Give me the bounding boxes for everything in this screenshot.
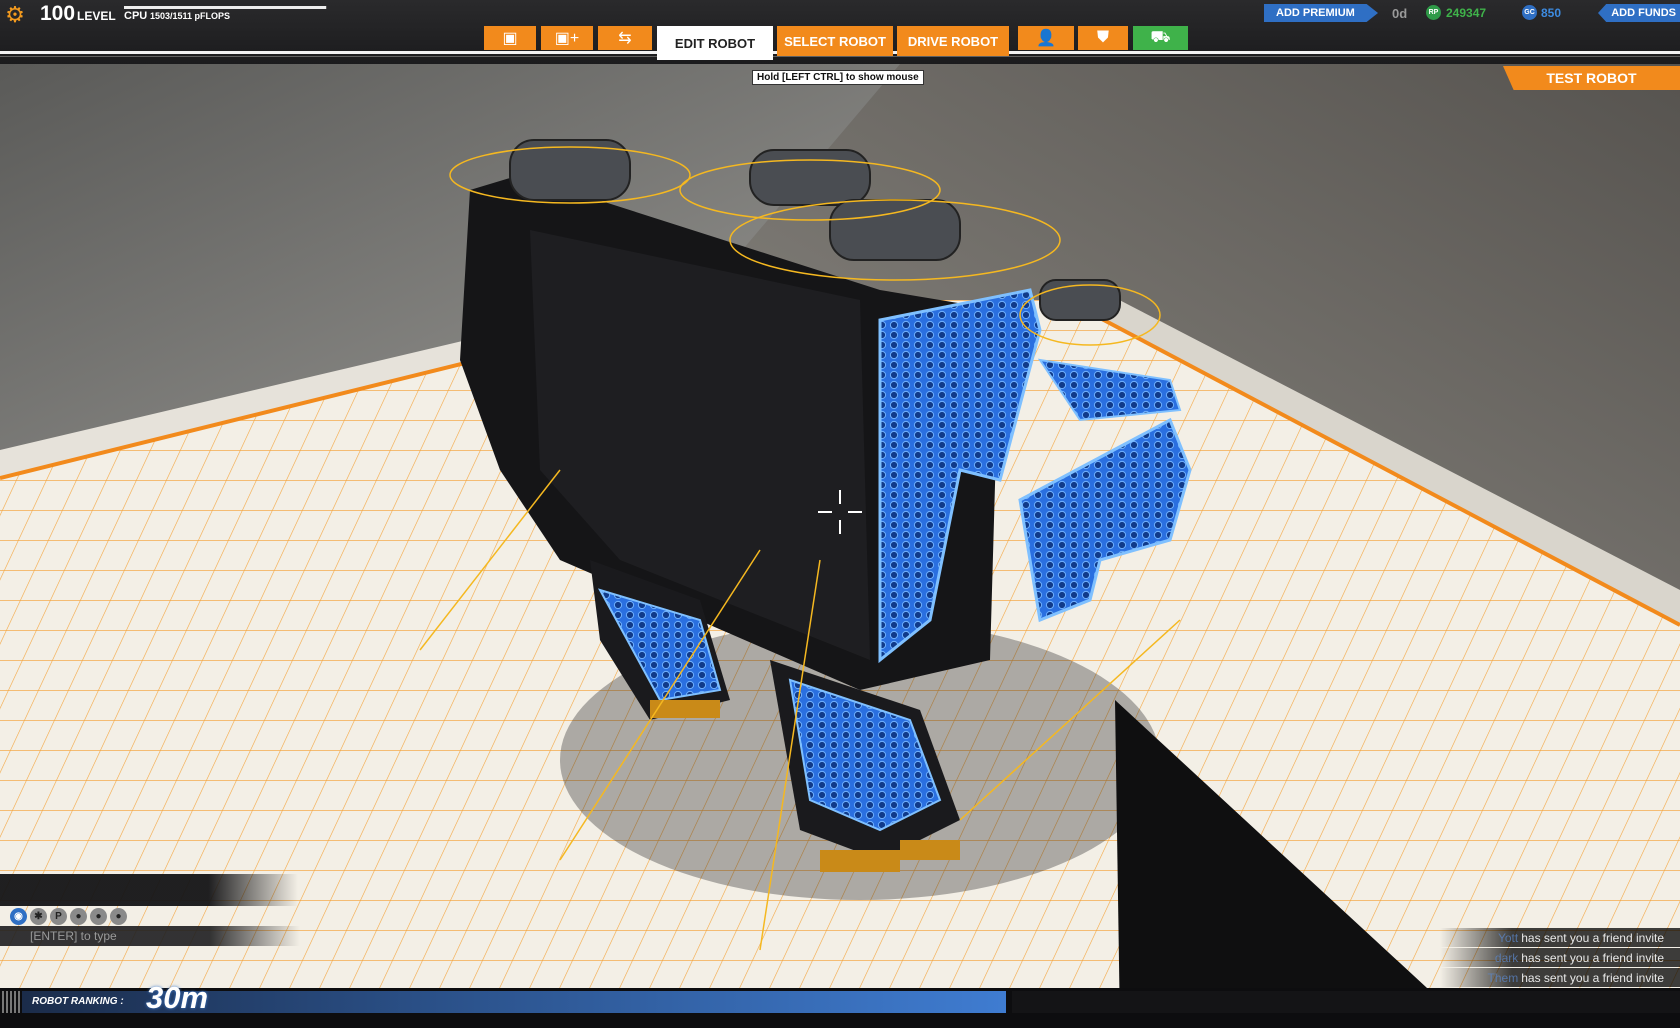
party-icon[interactable]: P bbox=[50, 908, 67, 925]
chat-channel-bar: ◉ ✱ P ● ● ● bbox=[10, 908, 127, 925]
clan-icon[interactable]: ✱ bbox=[30, 908, 47, 925]
shield-icon[interactable]: ⛊ bbox=[1078, 26, 1128, 50]
add-cube-icon[interactable]: ▣+ bbox=[541, 26, 593, 50]
robot-ranking-track bbox=[1012, 991, 1680, 1013]
friend-icon[interactable]: ● bbox=[90, 908, 107, 925]
notification-sender: Them bbox=[1487, 970, 1519, 985]
notification-sender: Yott bbox=[1497, 930, 1519, 945]
robits-balance: 249347 bbox=[1446, 6, 1487, 20]
notification-sender: dark bbox=[1494, 950, 1519, 965]
player-level: 100 bbox=[40, 2, 76, 25]
ranking-stripes bbox=[2, 991, 20, 1013]
top-bar: ⚙ 100 LEVEL CPU 1503/1511 pFLOPS ▣ ▣+ ⇆ … bbox=[0, 0, 1680, 64]
connect-icon[interactable]: ⇆ bbox=[598, 26, 652, 50]
globe-icon[interactable]: ◉ bbox=[10, 908, 27, 925]
gear-icon[interactable]: ⚙ bbox=[4, 4, 26, 26]
chat-input[interactable]: [ENTER] to type bbox=[0, 926, 300, 946]
robot-ranking-label: ROBOT RANKING : bbox=[32, 996, 124, 1007]
friend-invite-notification[interactable]: Yott has sent you a friend invite bbox=[1440, 928, 1680, 947]
friend-icon[interactable]: ● bbox=[70, 908, 87, 925]
add-premium-button[interactable]: ADD PREMIUM bbox=[1264, 4, 1378, 22]
garage-icon[interactable]: ⛟ bbox=[1133, 26, 1188, 50]
gc-icon: GC bbox=[1522, 5, 1537, 20]
mouse-hint: Hold [LEFT CTRL] to show mouse bbox=[752, 70, 924, 85]
friend-invite-notification[interactable]: dark has sent you a friend invite bbox=[1440, 948, 1680, 967]
test-robot-button[interactable]: TEST ROBOT bbox=[1503, 66, 1680, 90]
tab-edit-robot[interactable]: EDIT ROBOT bbox=[657, 26, 773, 60]
galaxy-coins-balance: 850 bbox=[1541, 6, 1562, 20]
notification-text: has sent you a friend invite bbox=[1521, 930, 1664, 945]
tab-drive-robot[interactable]: DRIVE ROBOT bbox=[897, 26, 1009, 56]
cpu-progress-bar bbox=[124, 6, 327, 9]
add-funds-button[interactable]: ADD FUNDS bbox=[1598, 4, 1680, 22]
friend-icon[interactable]: ● bbox=[110, 908, 127, 925]
cpu-value: 1503/1511 pFLOPS bbox=[150, 11, 231, 21]
premium-days: 0d bbox=[1392, 6, 1408, 21]
robot-ranking-value: 30m bbox=[146, 980, 209, 1015]
level-label: LEVEL bbox=[77, 9, 116, 23]
crosshair-icon bbox=[818, 490, 862, 534]
chat-log bbox=[0, 874, 298, 906]
notification-text: has sent you a friend invite bbox=[1521, 950, 1664, 965]
rp-icon: RP bbox=[1426, 5, 1441, 20]
cpu-label: CPU bbox=[124, 10, 148, 22]
top-bar-divider-thin bbox=[0, 56, 1680, 57]
tab-select-robot[interactable]: SELECT ROBOT bbox=[777, 26, 893, 56]
friend-invite-notification[interactable]: Them has sent you a friend invite bbox=[1440, 968, 1680, 987]
cube-icon[interactable]: ▣ bbox=[484, 26, 536, 50]
notification-text: has sent you a friend invite bbox=[1521, 970, 1664, 985]
profile-icon[interactable]: 👤 bbox=[1018, 26, 1074, 50]
